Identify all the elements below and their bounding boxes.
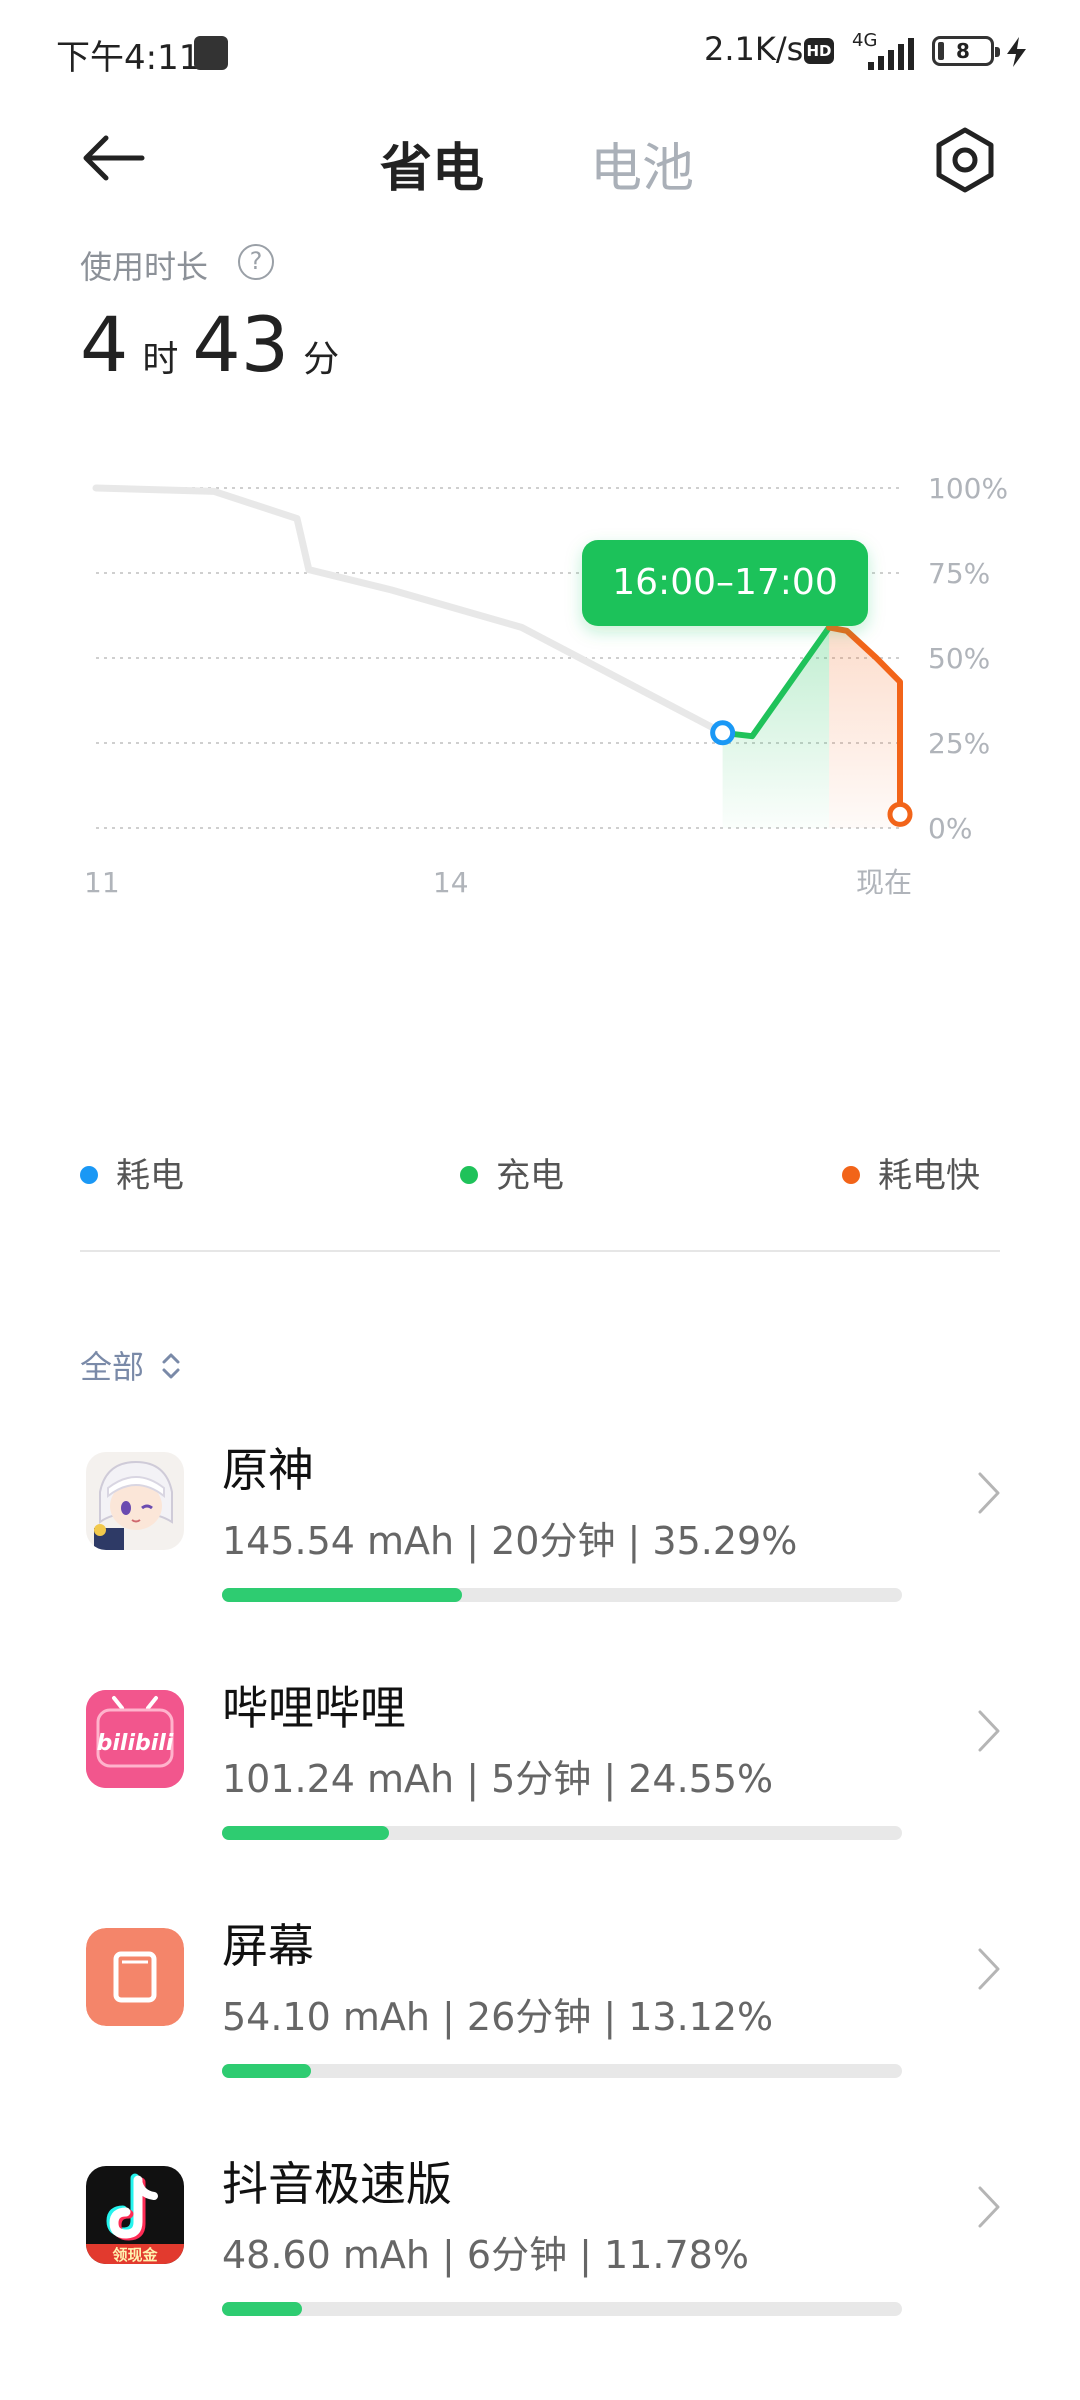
app-row-douyin-lite[interactable]: 领现金 抖音极速版 48.60 mAh | 6分钟 | 11.78% <box>0 2157 1080 2366</box>
app-row-bilibili[interactable]: bilibili 哔哩哔哩 101.24 mAh | 5分钟 | 24.55% <box>0 1681 1080 1890</box>
battery-level-chart[interactable]: 100% 75% 50% 25% 0% 11 14 现在 16:00–17:00 <box>0 460 1080 1100</box>
battery-icon: 8 <box>932 36 1000 66</box>
app-usage-stats: 145.54 mAh | 20分钟 | 35.29% <box>222 1519 798 1563</box>
notification-app-icon <box>194 36 228 70</box>
status-bar: 下午4:11 2.1K/s HD 4G 8 <box>0 0 1080 100</box>
legend-drain-dot <box>80 1165 98 1184</box>
usage-hours: 4 <box>80 300 129 389</box>
legend-charging: 充电 <box>460 1148 564 1197</box>
y-tick-label: 50% <box>928 642 990 675</box>
signal-icon <box>868 38 914 70</box>
legend-fast-drain-label: 耗电快 <box>878 1156 980 1196</box>
network-speed: 2.1K/s <box>704 30 804 68</box>
legend-fast-drain: 耗电快 <box>842 1148 980 1197</box>
tab-battery[interactable]: 电池 <box>590 126 694 201</box>
usage-progress-bar <box>222 2064 312 2078</box>
app-row-genshin[interactable]: 原神 145.54 mAh | 20分钟 | 35.29% <box>0 1443 1080 1652</box>
legend-charging-label: 充电 <box>496 1156 564 1196</box>
usage-progress-track <box>222 1826 902 1840</box>
y-tick-label: 100% <box>928 472 1008 505</box>
app-usage-stats: 54.10 mAh | 26分钟 | 13.12% <box>222 1995 774 2039</box>
usage-progress-track <box>222 2064 902 2078</box>
tooltip-time-range: 16:00–17:00 <box>612 562 838 603</box>
tab-power-saving[interactable]: 省电 <box>380 126 484 201</box>
y-tick-label: 75% <box>928 557 990 590</box>
x-tick-label: 现在 <box>856 866 912 899</box>
y-tick-label: 0% <box>928 812 972 845</box>
sort-updown-icon <box>162 1353 180 1379</box>
charging-bolt-icon <box>1007 37 1026 67</box>
legend-fast-drain-dot <box>842 1165 860 1184</box>
battery-level: 8 <box>956 39 970 63</box>
chevron-right-icon <box>978 2186 1000 2228</box>
douyin-badge-text: 领现金 <box>111 2246 158 2264</box>
status-time: 下午4:11 <box>56 38 201 78</box>
usage-progress-bar <box>222 2302 303 2316</box>
usage-progress-track <box>222 2302 902 2316</box>
app-usage-stats: 101.24 mAh | 5分钟 | 24.55% <box>222 1757 774 1801</box>
usage-progress-bar <box>222 1588 462 1602</box>
current-level-marker <box>887 801 913 827</box>
help-icon[interactable]: ? <box>238 244 274 280</box>
app-usage-stats: 48.60 mAh | 6分钟 | 11.78% <box>222 2233 749 2277</box>
x-tick-label: 11 <box>84 866 120 899</box>
legend-drain-label: 耗电 <box>116 1156 184 1196</box>
filter-dropdown[interactable]: 全部 <box>80 1342 182 1388</box>
divider <box>80 1250 1000 1252</box>
usage-progress-bar <box>222 1826 389 1840</box>
chevron-right-icon <box>978 1710 1000 1752</box>
drain-end-marker <box>710 720 736 746</box>
usage-minutes-unit: 分 <box>303 339 340 380</box>
genshin-app-icon <box>86 1452 184 1550</box>
chevron-right-icon <box>978 1472 1000 1514</box>
filter-label: 全部 <box>80 1348 145 1386</box>
hd-badge-icon: HD <box>804 38 834 64</box>
settings-gear-icon[interactable] <box>930 126 1000 196</box>
app-name: 哔哩哔哩 <box>222 1681 406 1735</box>
bilibili-logo-text: bilibili <box>97 1731 174 1756</box>
screen-app-icon <box>86 1928 184 2026</box>
bilibili-app-icon: bilibili <box>86 1690 184 1788</box>
usage-duration: 4 时 43 分 <box>80 300 353 389</box>
legend-drain: 耗电 <box>80 1148 184 1197</box>
back-arrow-icon[interactable] <box>80 130 160 210</box>
chevron-right-icon <box>978 1948 1000 1990</box>
x-tick-label: 14 <box>433 866 469 899</box>
app-name: 原神 <box>222 1443 314 1497</box>
y-tick-label: 25% <box>928 727 990 760</box>
usage-hours-unit: 时 <box>142 339 179 380</box>
usage-duration-label: 使用时长 <box>80 248 209 286</box>
usage-minutes: 43 <box>192 300 290 389</box>
douyin-lite-app-icon: 领现金 <box>86 2166 184 2264</box>
usage-progress-track <box>222 1588 902 1602</box>
app-row-screen[interactable]: 屏幕 54.10 mAh | 26分钟 | 13.12% <box>0 1919 1080 2128</box>
app-name: 屏幕 <box>222 1919 314 1973</box>
app-name: 抖音极速版 <box>222 2157 452 2211</box>
legend-charging-dot <box>460 1165 478 1184</box>
